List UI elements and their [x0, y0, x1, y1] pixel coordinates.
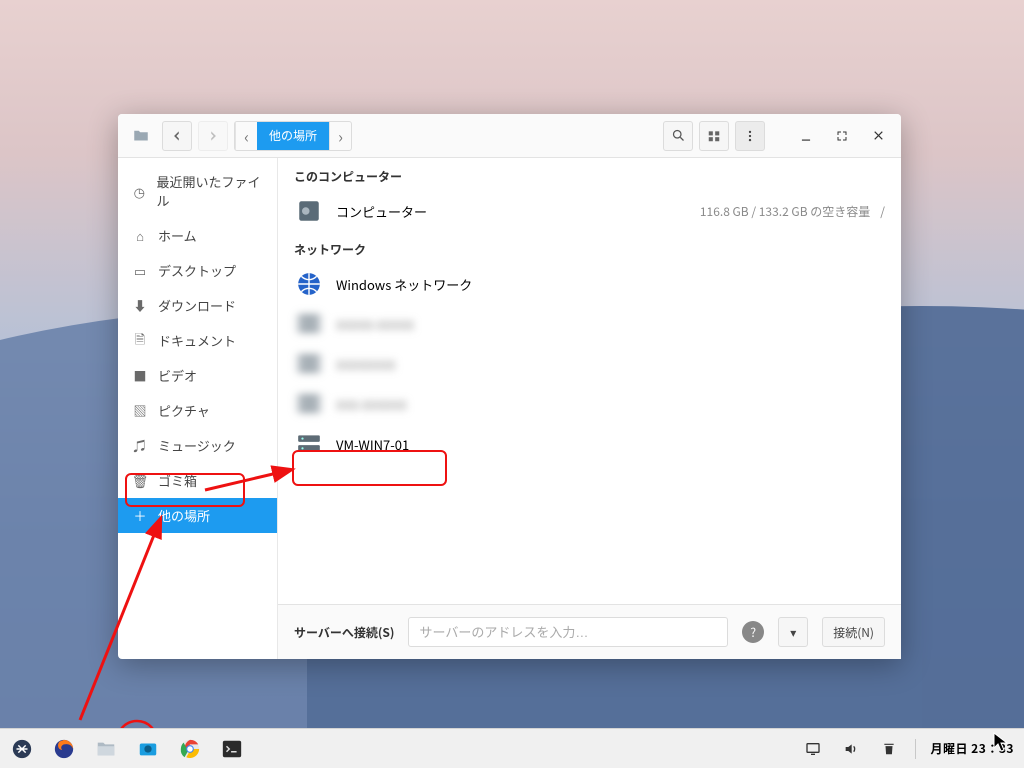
download-icon: ⬇	[132, 298, 148, 314]
desktop-icon: ▭	[132, 263, 148, 279]
back-button[interactable]	[162, 121, 192, 151]
row-windows-network[interactable]: Windows ネットワーク	[278, 264, 901, 304]
sidebar-item-music[interactable]: ♫ ミュージック	[118, 428, 277, 463]
maximize-button[interactable]	[827, 121, 857, 151]
sidebar-item-videos[interactable]: ■ ビデオ	[118, 358, 277, 393]
row-network-host-vmwin7[interactable]: VM-WIN7-01	[278, 424, 901, 464]
row-label: XXX-XXXXXX	[336, 395, 407, 414]
server-icon	[294, 430, 324, 458]
trash-icon: 🗑	[132, 473, 148, 489]
sidebar-item-label: ダウンロード	[158, 296, 236, 315]
sidebar-item-downloads[interactable]: ⬇ ダウンロード	[118, 288, 277, 323]
cursor-icon	[993, 732, 1009, 752]
view-toggle-button[interactable]	[699, 121, 729, 151]
sidebar-item-label: ピクチャ	[158, 401, 210, 420]
sidebar-item-label: 他の場所	[158, 506, 210, 525]
help-button[interactable]: ?	[742, 621, 764, 643]
screen-icon[interactable]	[801, 737, 825, 761]
connect-label: サーバーへ接続(S)	[294, 624, 394, 641]
row-network-host[interactable]: XXXXXXXX	[278, 344, 901, 384]
volume-icon[interactable]	[839, 737, 863, 761]
sidebar-item-other-locations[interactable]: ＋ 他の場所	[118, 498, 277, 533]
path-next-icon[interactable]: ›	[329, 122, 351, 150]
row-detail: 116.8 GB / 133.2 GB の空き容量	[700, 203, 870, 220]
server-icon	[294, 350, 324, 378]
minimize-button[interactable]	[791, 121, 821, 151]
row-label: XXXXX-XXXXX	[336, 315, 414, 334]
sidebar-item-label: ビデオ	[158, 366, 197, 385]
document-icon: 🗎	[132, 333, 148, 349]
section-title-network: ネットワーク	[278, 231, 901, 264]
trash-tray-icon[interactable]	[877, 737, 901, 761]
sidebar-item-label: ゴミ箱	[158, 471, 197, 490]
connect-button[interactable]: 接続(N)	[822, 617, 885, 647]
server-address-input[interactable]	[408, 617, 728, 647]
firefox-icon[interactable]	[52, 737, 76, 761]
sidebar-item-label: ドキュメント	[158, 331, 236, 350]
plus-icon: ＋	[132, 508, 148, 524]
section-title-this-computer: このコンピューター	[278, 158, 901, 191]
connect-server-bar: サーバーへ接続(S) ? ▾ 接続(N)	[278, 604, 901, 659]
forward-button[interactable]	[198, 121, 228, 151]
search-button[interactable]	[663, 121, 693, 151]
camera-icon[interactable]	[136, 737, 160, 761]
disk-icon	[294, 197, 324, 225]
video-icon: ■	[132, 368, 148, 384]
home-icon: ⌂	[132, 228, 148, 244]
folder-icon	[126, 121, 156, 151]
sidebar-item-recent[interactable]: ◷ 最近開いたファイル	[118, 164, 277, 218]
row-network-host[interactable]: XXXXX-XXXXX	[278, 304, 901, 344]
location-segment-active[interactable]: 他の場所	[257, 122, 329, 150]
taskbar: 月曜日 23：33	[0, 728, 1024, 768]
terminal-icon[interactable]	[220, 737, 244, 761]
sidebar-item-label: ホーム	[158, 226, 197, 245]
desktop: ‹ 他の場所 ›	[0, 0, 1024, 768]
sidebar-item-label: 最近開いたファイル	[157, 172, 263, 210]
clock-icon: ◷	[132, 183, 147, 199]
music-icon: ♫	[132, 438, 148, 454]
location-bar[interactable]: ‹ 他の場所 ›	[234, 121, 352, 151]
server-icon	[294, 310, 324, 338]
files-window: ‹ 他の場所 ›	[118, 114, 901, 659]
start-menu-button[interactable]	[10, 737, 34, 761]
hamburger-menu-button[interactable]	[735, 121, 765, 151]
row-label: Windows ネットワーク	[336, 275, 472, 294]
sidebar-item-pictures[interactable]: ▧ ピクチャ	[118, 393, 277, 428]
sidebar-item-documents[interactable]: 🗎 ドキュメント	[118, 323, 277, 358]
sidebar-item-desktop[interactable]: ▭ デスクトップ	[118, 253, 277, 288]
server-icon	[294, 390, 324, 418]
row-network-host[interactable]: XXX-XXXXXX	[278, 384, 901, 424]
row-label: XXXXXXXX	[336, 355, 396, 374]
row-computer[interactable]: コンピューター 116.8 GB / 133.2 GB の空き容量 /	[278, 191, 901, 231]
sidebar-item-home[interactable]: ⌂ ホーム	[118, 218, 277, 253]
recent-servers-dropdown[interactable]: ▾	[778, 617, 808, 647]
chrome-icon[interactable]	[178, 737, 202, 761]
close-button[interactable]	[863, 121, 893, 151]
content-pane: このコンピューター コンピューター 116.8 GB / 133.2 GB の空…	[278, 158, 901, 659]
globe-icon	[294, 270, 324, 298]
picture-icon: ▧	[132, 403, 148, 419]
row-detail-sep: /	[880, 203, 885, 220]
sidebar-item-label: ミュージック	[158, 436, 236, 455]
places-sidebar: ◷最近開いたファイル ⌂ホーム ▭デスクトップ ⬇ダウンロード 🗎ドキュメント …	[118, 158, 278, 659]
files-taskbar-icon[interactable]	[94, 737, 118, 761]
row-label: VM-WIN7-01	[336, 435, 409, 454]
row-label: コンピューター	[336, 202, 427, 221]
window-titlebar: ‹ 他の場所 ›	[118, 114, 901, 158]
sidebar-item-label: デスクトップ	[158, 261, 236, 280]
sidebar-item-trash[interactable]: 🗑 ゴミ箱	[118, 463, 277, 498]
path-prev-icon[interactable]: ‹	[235, 122, 257, 150]
